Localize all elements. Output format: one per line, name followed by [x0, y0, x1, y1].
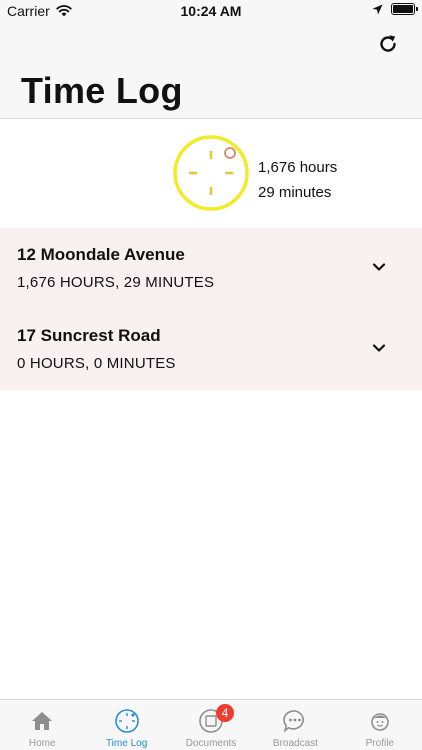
status-time: 10:24 AM — [180, 3, 242, 19]
header: Time Log — [0, 22, 422, 119]
battery-icon — [391, 3, 418, 15]
tab-documents[interactable]: 4 Documents — [169, 700, 253, 750]
location-arrow-icon — [372, 4, 383, 14]
status-bar: Carrier 10:24 AM — [0, 0, 422, 22]
tab-label: Broadcast — [272, 738, 318, 749]
chat-bubble-icon — [283, 710, 305, 733]
tab-label: Profile — [365, 738, 394, 749]
tab-bar: Home Time Log 4 Documents Broadcast Prof… — [0, 699, 422, 750]
home-icon — [32, 712, 53, 730]
refresh-icon[interactable] — [376, 32, 400, 56]
tab-time-log[interactable]: Time Log — [84, 700, 168, 750]
clock-icon — [173, 135, 249, 211]
clock-icon — [114, 709, 139, 733]
tab-label: Documents — [185, 738, 237, 749]
documents-badge: 4 — [216, 704, 235, 722]
summary-hours: 1,676 hours — [258, 159, 338, 176]
summary-text: 1,676 hours 29 minutes — [258, 155, 337, 205]
property-name: 12 Moondale Avenue — [17, 245, 185, 264]
tab-home[interactable]: Home — [0, 700, 84, 750]
property-row[interactable]: 17 Suncrest Road 0 HOURS, 0 MINUTES — [0, 309, 422, 390]
tab-broadcast[interactable]: Broadcast — [253, 700, 337, 750]
time-summary: 1,676 hours 29 minutes — [0, 119, 422, 228]
property-total: 1,676 HOURS, 29 MINUTES — [17, 274, 215, 291]
chevron-down-icon[interactable] — [372, 341, 386, 355]
property-name: 17 Suncrest Road — [17, 326, 161, 345]
documents-icon-wrap: 4 — [198, 704, 235, 734]
property-row[interactable]: 12 Moondale Avenue 1,676 HOURS, 29 MINUT… — [0, 228, 422, 309]
status-right — [372, 3, 418, 15]
summary-minutes: 29 minutes — [258, 184, 332, 201]
tab-label: Time Log — [105, 738, 148, 749]
property-total: 0 HOURS, 0 MINUTES — [17, 355, 176, 372]
chevron-down-icon[interactable] — [372, 260, 386, 274]
tab-label: Home — [28, 738, 56, 749]
page-title: Time Log — [21, 70, 183, 111]
tab-profile[interactable]: Profile — [338, 700, 422, 750]
profile-face-icon — [371, 713, 389, 731]
